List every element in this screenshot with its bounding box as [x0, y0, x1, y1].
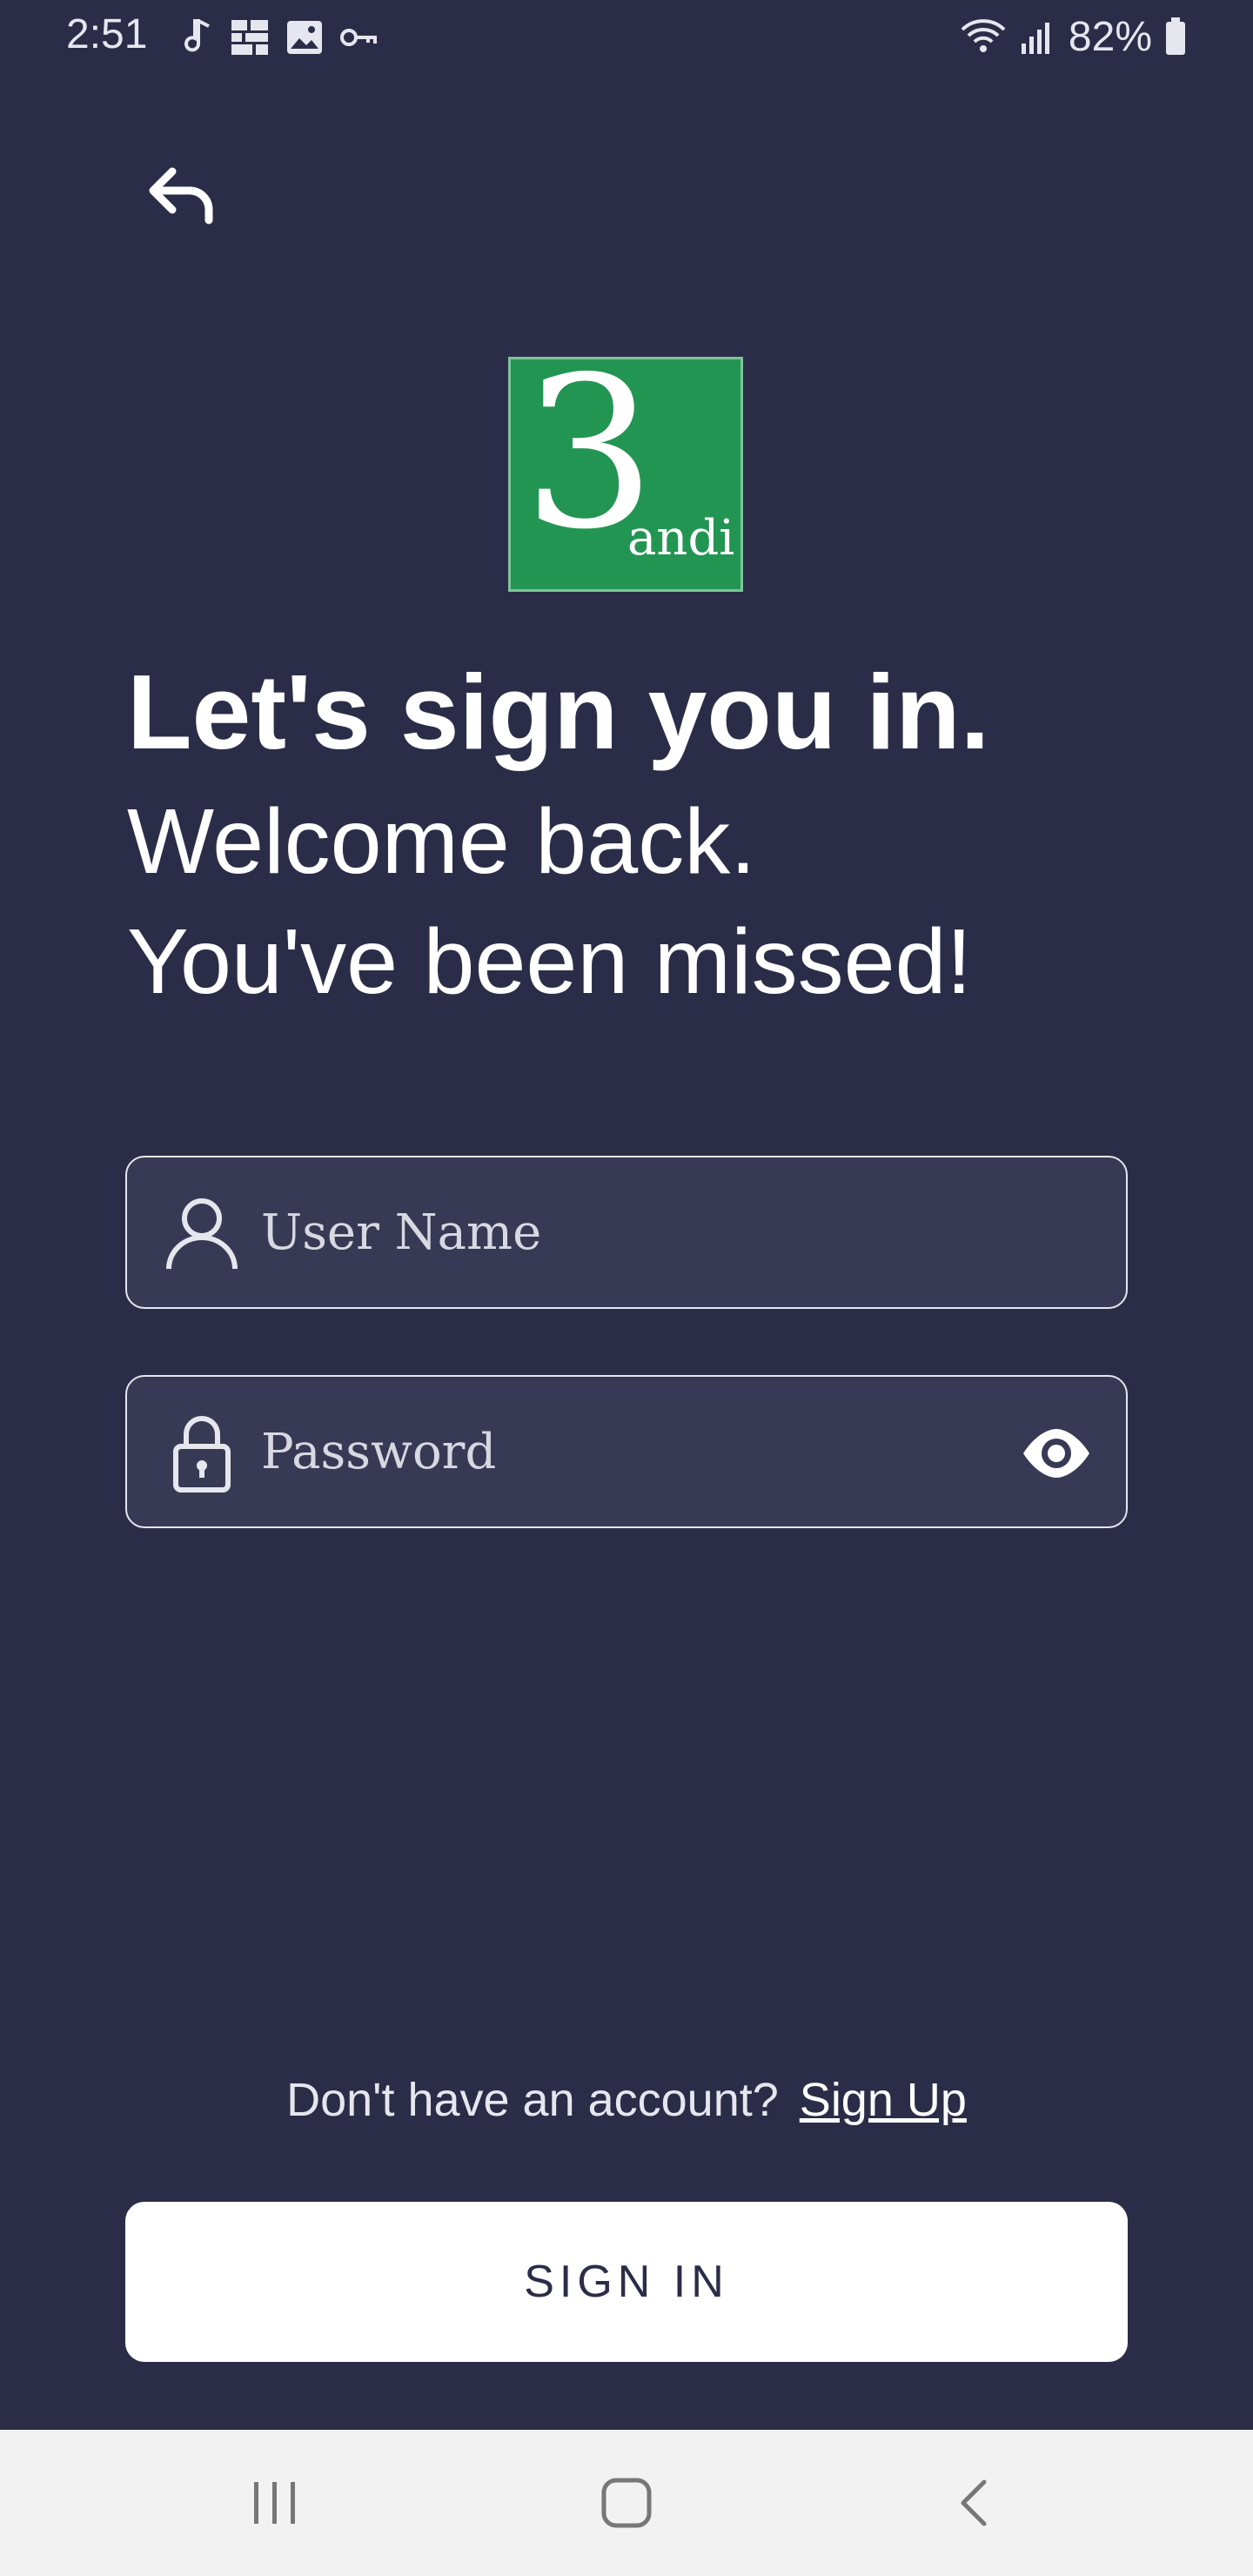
back-arrow-icon: [149, 167, 213, 225]
music-note-icon: [184, 19, 210, 52]
back-chevron-icon: [961, 2479, 987, 2526]
battery-percentage: 82%: [1068, 13, 1152, 60]
sign-in-button[interactable]: SIGN IN: [125, 2202, 1128, 2362]
home-icon: [601, 2478, 652, 2528]
key-icon: [340, 29, 377, 46]
gallery-grid-icon: [231, 20, 268, 55]
status-bar: 2:51 82%: [0, 0, 1253, 75]
password-field[interactable]: [125, 1375, 1128, 1528]
back-button[interactable]: [139, 157, 226, 235]
lock-icon: [173, 1416, 231, 1493]
username-input[interactable]: [261, 1157, 957, 1307]
page-title: Let's sign you in.: [127, 653, 990, 771]
status-icons-right: 82%: [959, 12, 1187, 61]
back-nav-button[interactable]: [938, 2466, 1011, 2539]
missed-subtitle: You've been missed!: [127, 910, 972, 1013]
battery-icon: [1166, 17, 1185, 55]
user-icon: [166, 1198, 238, 1270]
recent-apps-button[interactable]: [238, 2466, 312, 2539]
signal-icon: [1021, 23, 1049, 54]
signup-link[interactable]: Sign Up: [800, 2074, 967, 2126]
wifi-icon: [961, 19, 1006, 52]
app-logo: 3 andi: [508, 349, 743, 592]
image-icon: [287, 21, 322, 54]
username-field[interactable]: [125, 1156, 1128, 1309]
welcome-subtitle: Welcome back.: [127, 790, 756, 893]
signup-prompt: Don't have an account? Sign Up: [0, 2073, 1253, 2127]
status-icons-left: [179, 16, 378, 59]
status-time: 2:51: [66, 11, 148, 57]
logo-word: andi: [627, 510, 735, 567]
home-button[interactable]: [590, 2466, 663, 2539]
signup-prompt-text: Don't have an account?: [286, 2074, 779, 2126]
password-input[interactable]: [261, 1377, 957, 1526]
recent-apps-icon: [254, 2482, 295, 2524]
system-navigation-bar: [0, 2430, 1253, 2576]
show-password-eye-icon[interactable]: [1020, 1417, 1093, 1490]
